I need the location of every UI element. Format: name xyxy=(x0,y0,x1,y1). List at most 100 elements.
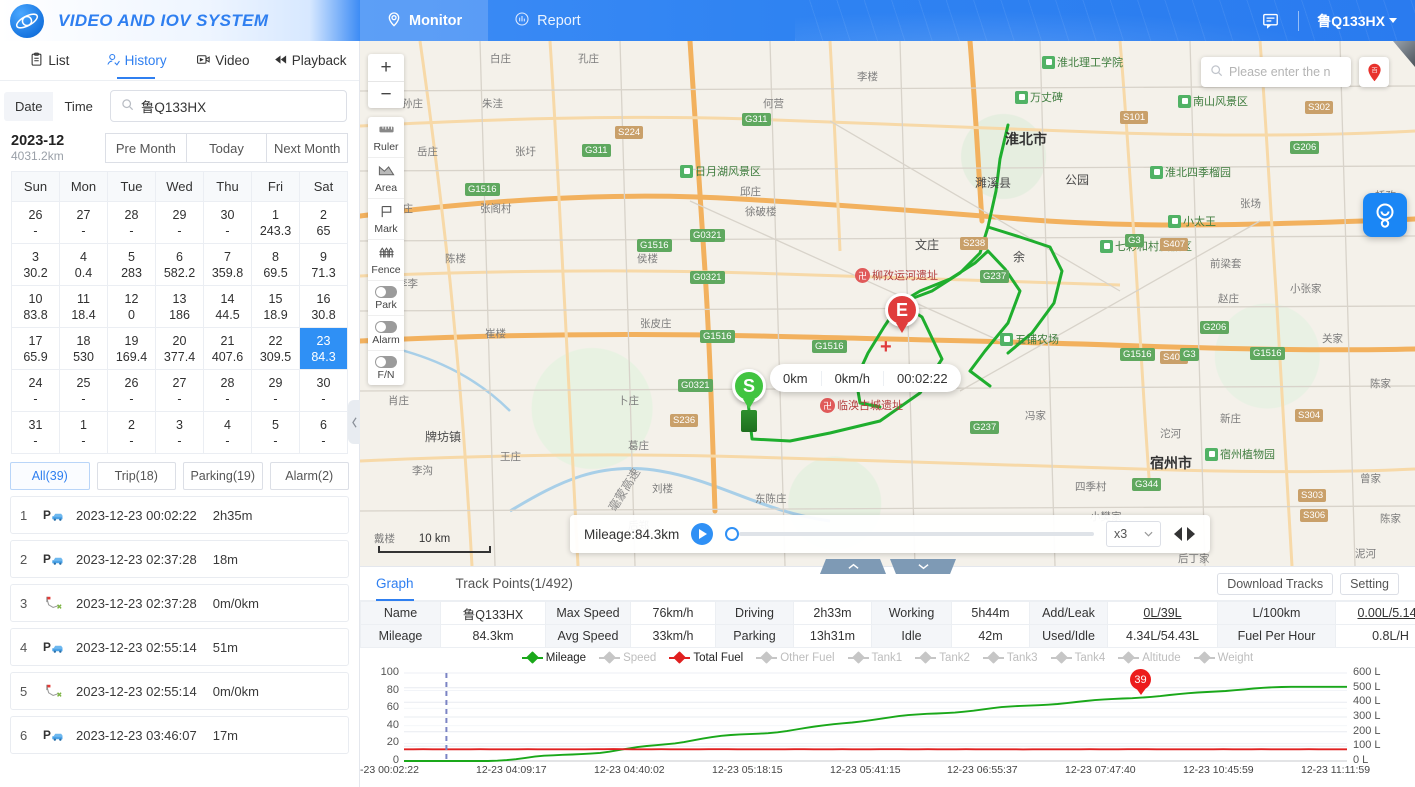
calendar-day-cell[interactable]: 3 - xyxy=(155,411,204,454)
track-end-marker[interactable]: E xyxy=(885,293,919,333)
today-button[interactable]: Today xyxy=(186,133,268,163)
calendar-day-cell[interactable]: 1 - xyxy=(59,411,108,454)
calendar-day-cell[interactable]: 2 65 xyxy=(299,201,348,244)
toggle-date[interactable]: Date xyxy=(4,91,54,121)
calendar-day-cell[interactable]: 2 - xyxy=(107,411,156,454)
calendar-day-cell[interactable]: 10 83.8 xyxy=(11,285,60,328)
calendar-day-cell[interactable]: 27 - xyxy=(59,201,108,244)
calendar-day-cell[interactable]: 27 - xyxy=(155,369,204,412)
tool-alarm-toggle[interactable]: Alarm xyxy=(368,315,404,350)
tool-area[interactable]: Area xyxy=(368,157,404,198)
list-item[interactable]: 5 2023-12-23 02:55:14 0m/0km xyxy=(10,672,349,710)
calendar-day-cell[interactable]: 26 - xyxy=(11,201,60,244)
tool-mark[interactable]: Mark xyxy=(368,198,404,239)
tab-video[interactable]: Video xyxy=(180,41,267,81)
message-icon[interactable] xyxy=(1243,11,1298,30)
calendar-day-cell[interactable]: 15 18.9 xyxy=(251,285,300,328)
calendar-day-cell[interactable]: 21 407.6 xyxy=(203,327,252,370)
calendar-day-cell[interactable]: 31 - xyxy=(11,411,60,454)
playback-slider-track[interactable] xyxy=(739,532,1094,536)
legend-item[interactable]: Tank1 xyxy=(848,651,902,664)
calendar-day-cell[interactable]: 20 377.4 xyxy=(155,327,204,370)
calendar-day-cell[interactable]: 29 - xyxy=(155,201,204,244)
user-menu[interactable]: 鲁Q133HX xyxy=(1299,11,1401,31)
zoom-out-icon[interactable]: − xyxy=(368,81,404,108)
legend-item[interactable]: Other Fuel xyxy=(756,651,835,664)
calendar-day-cell[interactable]: 25 - xyxy=(59,369,108,412)
calendar-day-cell[interactable]: 1 243.3 xyxy=(251,201,300,244)
vehicle-search-input[interactable] xyxy=(140,98,336,114)
list-item[interactable]: 1 P 2023-12-23 00:02:22 2h35m xyxy=(10,496,349,534)
event-list[interactable]: 1 P 2023-12-23 00:02:22 2h35m 2 P 2023-1… xyxy=(0,496,359,756)
calendar-day-cell[interactable]: 24 - xyxy=(11,369,60,412)
calendar-day-cell[interactable]: 29 - xyxy=(251,369,300,412)
filter-chip[interactable]: Trip(18) xyxy=(96,462,176,490)
expand-down-handle[interactable] xyxy=(890,559,956,574)
calendar-day-cell[interactable]: 4 - xyxy=(203,411,252,454)
legend-item[interactable]: Speed xyxy=(599,651,656,664)
calendar-day-cell[interactable]: 16 30.8 xyxy=(299,285,348,328)
calendar-day-cell[interactable]: 13 186 xyxy=(155,285,204,328)
list-item[interactable]: 3 2023-12-23 02:37:28 0m/0km xyxy=(10,584,349,622)
calendar-day-cell[interactable]: 17 65.9 xyxy=(11,327,60,370)
vehicle-search-box[interactable] xyxy=(109,90,347,122)
panel-collapse-handle[interactable] xyxy=(348,400,360,444)
tab-playback[interactable]: Playback xyxy=(266,41,353,81)
legend-item[interactable]: Tank3 xyxy=(983,651,1038,664)
list-item[interactable]: 6 P 2023-12-23 03:46:07 17m xyxy=(10,716,349,754)
map-area[interactable]: 淮北市宿州市濉溪县公园文庄牌坊镇余白庄孔庄李楼孙庄朱洼何营岳庄张圩邱庄张庄张阁村… xyxy=(360,41,1415,566)
calendar-day-cell[interactable]: 18 530 xyxy=(59,327,108,370)
calendar-day-cell[interactable]: 30 - xyxy=(299,369,348,412)
toggle-time[interactable]: Time xyxy=(53,91,104,121)
calendar-day-cell[interactable]: 7 359.8 xyxy=(203,243,252,286)
filter-chip[interactable]: Parking(19) xyxy=(183,462,263,490)
assistant-widget-button[interactable] xyxy=(1363,193,1407,237)
map-pin-icon[interactable]: 百 xyxy=(1359,57,1389,87)
tool-fence[interactable]: Fence xyxy=(368,239,404,280)
nav-monitor[interactable]: Monitor xyxy=(360,0,489,41)
next-month-button[interactable]: Next Month xyxy=(267,133,349,163)
playback-slider[interactable] xyxy=(725,527,1094,541)
calendar-day-cell[interactable]: 11 18.4 xyxy=(59,285,108,328)
playback-step-buttons[interactable] xyxy=(1173,527,1196,541)
calendar-day-cell[interactable]: 28 - xyxy=(203,369,252,412)
filter-chip[interactable]: Alarm(2) xyxy=(269,462,349,490)
map-search-input[interactable] xyxy=(1229,65,1342,79)
calendar-day-cell[interactable]: 3 30.2 xyxy=(11,243,60,286)
tab-history[interactable]: History xyxy=(93,41,180,81)
calendar-day-cell[interactable]: 12 0 xyxy=(107,285,156,328)
calendar-day-cell[interactable]: 26 - xyxy=(107,369,156,412)
calendar-day-cell[interactable]: 5 - xyxy=(251,411,300,454)
list-item[interactable]: 4 P 2023-12-23 02:55:14 51m xyxy=(10,628,349,666)
chart-annotation-pin[interactable]: 39 xyxy=(1130,669,1151,690)
calendar-day-cell[interactable]: 19 169.4 xyxy=(107,327,156,370)
calendar-day-cell[interactable]: 5 283 xyxy=(107,243,156,286)
tab-graph[interactable]: Graph xyxy=(376,567,414,601)
legend-item[interactable]: Mileage xyxy=(522,651,586,664)
download-tracks-button[interactable]: Download Tracks xyxy=(1217,572,1334,595)
tool-fn-toggle[interactable]: F/N xyxy=(368,350,404,385)
play-icon[interactable] xyxy=(691,523,714,545)
legend-item[interactable]: Tank2 xyxy=(915,651,970,664)
tab-track-points[interactable]: Track Points(1/492) xyxy=(456,567,573,601)
calendar-day-cell[interactable]: 6 582.2 xyxy=(155,243,204,286)
nav-report[interactable]: Report xyxy=(488,0,607,41)
setting-button[interactable]: Setting xyxy=(1340,572,1399,595)
prev-month-button[interactable]: Pre Month xyxy=(105,133,187,163)
calendar-day-cell[interactable]: 4 0.4 xyxy=(59,243,108,286)
zoom-in-icon[interactable]: + xyxy=(368,54,404,81)
legend-item[interactable]: Total Fuel xyxy=(669,651,743,664)
calendar-day-cell[interactable]: 23 84.3 xyxy=(299,327,348,370)
tab-list[interactable]: List xyxy=(6,41,93,81)
calendar-day-cell[interactable]: 22 309.5 xyxy=(251,327,300,370)
tool-ruler[interactable]: Ruler xyxy=(368,117,404,157)
playback-speed-select[interactable]: x3 xyxy=(1106,521,1161,547)
calendar-day-cell[interactable]: 14 44.5 xyxy=(203,285,252,328)
expand-up-handle[interactable] xyxy=(820,559,886,574)
legend-item[interactable]: Weight xyxy=(1194,651,1253,664)
calendar-day-cell[interactable]: 9 71.3 xyxy=(299,243,348,286)
filter-chip[interactable]: All(39) xyxy=(10,462,90,490)
calendar-day-cell[interactable]: 6 - xyxy=(299,411,348,454)
calendar-day-cell[interactable]: 8 69.5 xyxy=(251,243,300,286)
legend-item[interactable]: Altitude xyxy=(1118,651,1181,664)
